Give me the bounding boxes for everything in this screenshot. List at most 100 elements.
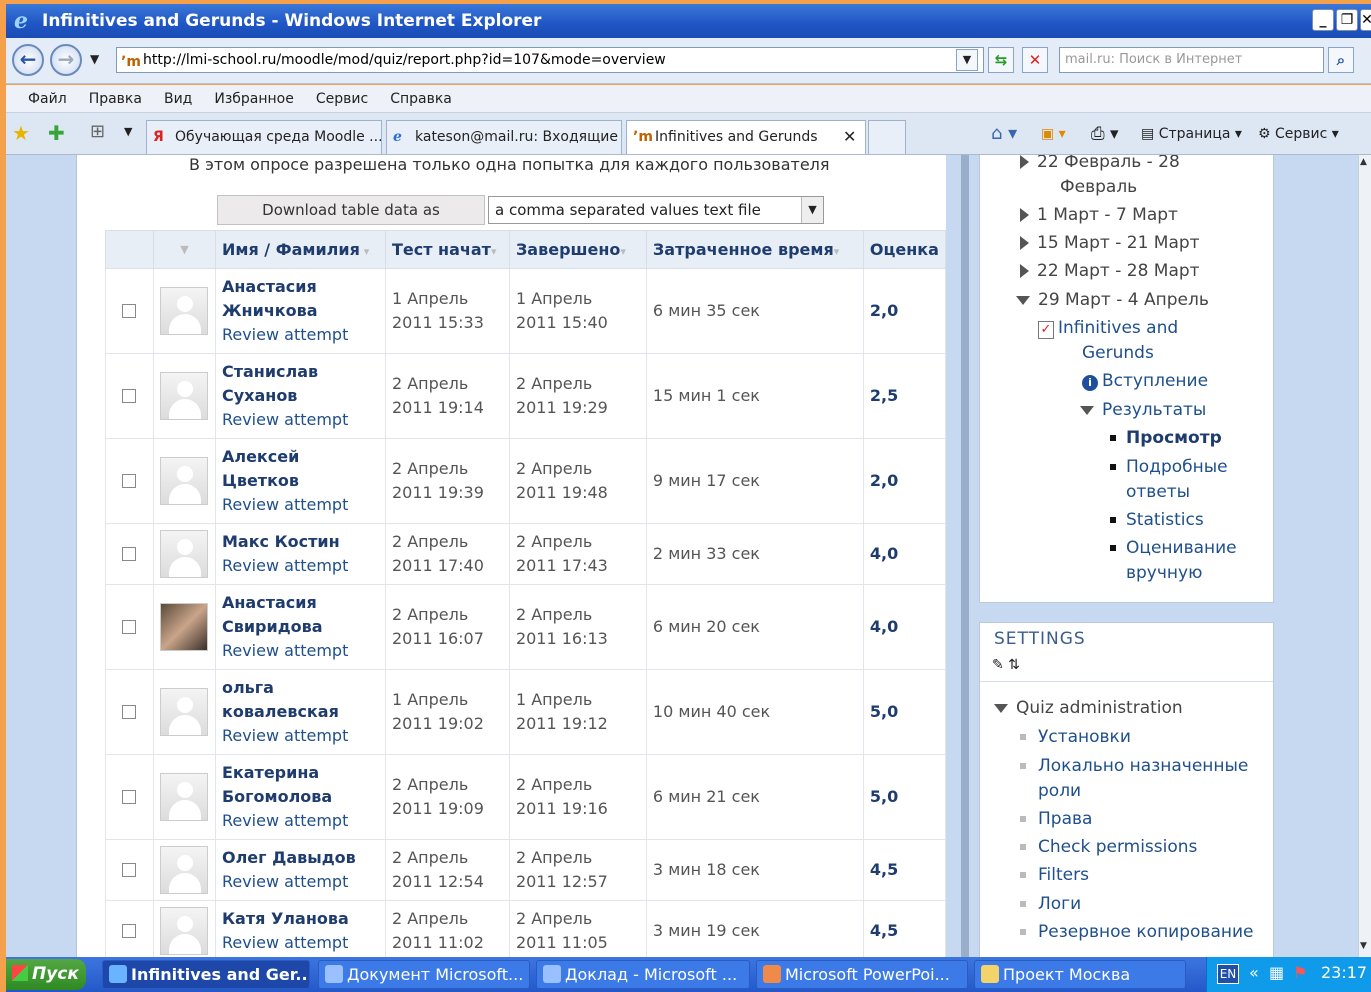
nav-week-feb[interactable]: 22 Февраль - 28 — [1037, 155, 1180, 172]
review-attempt-link[interactable]: Review attempt — [222, 870, 379, 894]
start-button[interactable]: Пуск — [6, 959, 86, 990]
nav-week-mar15[interactable]: 15 Март - 21 Март — [1037, 233, 1200, 253]
row-checkbox[interactable] — [122, 304, 137, 318]
scroll-down-icon[interactable]: ▼ — [1360, 941, 1367, 951]
nav-manual-grading-link[interactable]: Оценивание — [1126, 538, 1237, 558]
nav-quiz-link[interactable]: Infinitives and — [1058, 318, 1178, 338]
tab-moodle[interactable]: Я Обучающая среда Moodle ... — [146, 120, 382, 154]
url-input[interactable]: ʼm http://lmi-school.ru/moodle/mod/quiz/… — [116, 47, 984, 73]
user-surname-link[interactable]: ковалевская — [222, 700, 379, 724]
nav-intro-link[interactable]: Вступление — [1102, 371, 1208, 391]
tray-expand-icon[interactable]: « — [1249, 963, 1259, 982]
close-tab-icon[interactable]: ✕ — [843, 121, 856, 153]
user-surname-link[interactable]: Цветков — [222, 469, 379, 493]
url-dropdown-icon[interactable]: ▼ — [956, 49, 978, 71]
avatar[interactable] — [160, 688, 209, 736]
settings-item-filters[interactable]: Filters — [1038, 865, 1089, 885]
grade-link[interactable]: 4,0 — [862, 523, 947, 585]
user-name-link[interactable]: Анастасия — [222, 591, 379, 615]
download-button[interactable]: Download table data as — [217, 195, 485, 225]
user-surname-link[interactable]: Богомолова — [222, 785, 379, 809]
user-name-link[interactable]: Катя Уланова — [222, 907, 379, 931]
nav-week-feb-cont[interactable]: Февраль — [1060, 173, 1137, 201]
grade-link[interactable]: 5,0 — [862, 669, 947, 755]
menu-file[interactable]: Файл — [28, 91, 67, 107]
user-name-link[interactable]: Олег Давыдов — [222, 846, 379, 870]
row-checkbox[interactable] — [122, 620, 137, 634]
nav-results-link[interactable]: Результаты — [1102, 400, 1206, 420]
grade-link[interactable]: 4,5 — [862, 900, 947, 957]
user-name-link[interactable]: Станислав — [222, 360, 379, 384]
close-button[interactable]: ✕ — [1360, 9, 1371, 31]
grade-column-header[interactable]: Оценка — [862, 230, 947, 269]
review-attempt-link[interactable]: Review attempt — [222, 724, 379, 748]
page-menu[interactable]: ▤ Страница ▾ — [1141, 123, 1242, 145]
grade-link[interactable]: 4,0 — [862, 584, 947, 670]
search-input[interactable]: mail.ru: Поиск в Интернет — [1059, 47, 1324, 73]
review-attempt-link[interactable]: Review attempt — [222, 931, 379, 955]
row-checkbox[interactable] — [122, 389, 137, 403]
grade-link[interactable]: 4,5 — [862, 839, 947, 901]
review-attempt-link[interactable]: Review attempt — [222, 809, 379, 833]
user-name-link[interactable]: Макс Костин — [222, 530, 379, 554]
avatar[interactable] — [160, 372, 209, 420]
task-powerpoint[interactable]: Microsoft PowerPoi... — [756, 960, 968, 989]
nav-overview-link[interactable]: Просмотр — [1126, 428, 1222, 448]
scroll-up-icon[interactable]: ▲ — [1360, 157, 1367, 167]
feeds-icon[interactable]: ▣ ▾ — [1041, 123, 1066, 145]
review-attempt-link[interactable]: Review attempt — [222, 639, 379, 663]
review-attempt-link[interactable]: Review attempt — [222, 493, 379, 517]
user-name-link[interactable]: Екатерина — [222, 761, 379, 785]
add-favorite-icon[interactable]: ✚ — [48, 121, 65, 145]
avatar[interactable] — [160, 907, 209, 955]
forward-button[interactable]: → — [50, 44, 82, 76]
search-icon[interactable]: ⌕ — [1328, 47, 1354, 73]
row-checkbox[interactable] — [122, 790, 137, 804]
settings-item-logs[interactable]: Логи — [1038, 894, 1081, 914]
row-checkbox[interactable] — [122, 547, 137, 561]
security-alert-icon[interactable]: ⚑ — [1293, 963, 1307, 982]
user-surname-link[interactable]: Свиридова — [222, 615, 379, 639]
network-icon[interactable]: ▦ — [1269, 963, 1284, 982]
task-ie[interactable]: Infinitives and Ger... — [102, 960, 310, 989]
task-word-report[interactable]: Доклад - Microsoft ... — [536, 960, 750, 989]
stop-icon[interactable]: ✕ — [1022, 47, 1048, 73]
review-attempt-link[interactable]: Review attempt — [222, 323, 379, 347]
nav-week-mar29[interactable]: 29 Март - 4 Апрель — [1038, 290, 1209, 310]
duration-column-header[interactable]: Затраченное время▾ — [645, 230, 864, 269]
language-indicator[interactable]: EN — [1217, 964, 1239, 984]
settings-item-permissions[interactable]: Права — [1038, 809, 1092, 829]
tools-menu[interactable]: ⚙ Сервис ▾ — [1258, 123, 1339, 145]
nav-detailed-link[interactable]: Подробные — [1126, 457, 1228, 477]
avatar[interactable] — [160, 530, 209, 578]
avatar[interactable] — [160, 287, 209, 335]
nav-week-mar22[interactable]: 22 Март - 28 Март — [1037, 261, 1200, 281]
tab-list-dropdown-icon[interactable]: ▼ — [124, 125, 132, 138]
finished-column-header[interactable]: Завершено▾ — [508, 230, 647, 269]
avatar[interactable] — [160, 773, 209, 821]
history-dropdown-icon[interactable]: ▼ — [90, 52, 99, 66]
favorites-star-icon[interactable]: ★ — [12, 121, 30, 145]
nav-statistics-link[interactable]: Statistics — [1126, 510, 1204, 530]
quiz-administration[interactable]: Quiz administration — [1016, 698, 1183, 718]
nav-quiz-link-cont[interactable]: Gerunds — [1082, 339, 1154, 367]
settings-item-check-permissions[interactable]: Check permissions — [1038, 837, 1197, 857]
grade-link[interactable]: 2,5 — [862, 353, 947, 439]
settings-item-setup[interactable]: Установки — [1038, 727, 1131, 747]
menu-tools[interactable]: Сервис — [316, 91, 368, 107]
menu-help[interactable]: Справка — [390, 91, 452, 107]
task-folder[interactable]: Проект Москва — [974, 960, 1186, 989]
grade-link[interactable]: 2,0 — [862, 438, 947, 524]
nav-detailed-link-cont[interactable]: ответы — [1126, 478, 1190, 506]
menu-favorites[interactable]: Избранное — [214, 91, 294, 107]
refresh-icon[interactable]: ⇆ — [988, 47, 1014, 73]
picture-column-header[interactable]: ▼ — [152, 230, 216, 269]
review-attempt-link[interactable]: Review attempt — [222, 554, 379, 578]
settings-item-backup[interactable]: Резервное копирование — [1038, 922, 1253, 942]
started-column-header[interactable]: Тест начат▾ — [384, 230, 510, 269]
review-attempt-link[interactable]: Review attempt — [222, 408, 379, 432]
row-checkbox[interactable] — [122, 924, 137, 938]
row-checkbox[interactable] — [122, 863, 137, 877]
settings-item-local-roles-cont[interactable]: роли — [1038, 777, 1081, 805]
row-checkbox[interactable] — [122, 705, 137, 719]
